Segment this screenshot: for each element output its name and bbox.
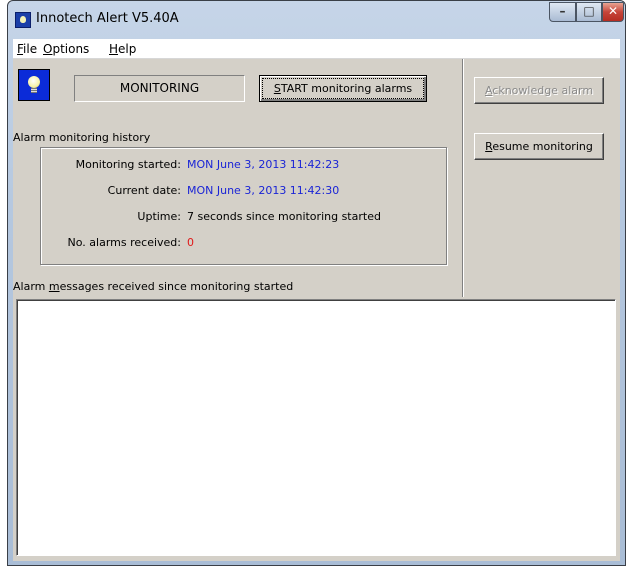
bulb-base (31, 88, 37, 93)
alarms-received-label: No. alarms received: (67, 236, 181, 249)
menu-help[interactable]: Help (109, 42, 136, 56)
start-label: TART monitoring alarms (280, 82, 413, 95)
menu-options-label: ptions (52, 42, 90, 56)
minimize-button[interactable]: – (549, 2, 576, 22)
menu-file[interactable]: File (17, 42, 37, 56)
uptime-value: 7 seconds since monitoring started (187, 210, 381, 223)
messages-label: Alarm messages received since monitoring… (13, 280, 293, 293)
uptime-label: Uptime: (137, 210, 181, 223)
history-group: Monitoring started: MON June 3, 2013 11:… (40, 147, 447, 265)
start-monitoring-button[interactable]: START monitoring alarms (259, 75, 427, 102)
alarms-received-value: 0 (187, 236, 194, 249)
start-mnemonic: S (273, 82, 281, 95)
current-date-value: MON June 3, 2013 11:42:30 (187, 184, 340, 197)
maximize-button[interactable]: □ (576, 2, 602, 22)
started-label: Monitoring started: (75, 158, 181, 171)
current-date-label: Current date: (107, 184, 181, 197)
close-button[interactable]: ✕ (602, 2, 624, 22)
vertical-divider (462, 59, 464, 297)
title-bar[interactable]: Innotech Alert V5.40A – □ ✕ (8, 1, 625, 35)
bulb-app-icon[interactable] (15, 12, 31, 28)
resume-label: esume monitoring (492, 140, 593, 153)
menu-help-label: elp (118, 42, 137, 56)
resume-monitoring-button[interactable]: Resume monitoring (474, 133, 604, 160)
history-group-label: Alarm monitoring history (13, 131, 151, 144)
bulb-glass (28, 76, 40, 88)
started-value: MON June 3, 2013 11:42:23 (187, 158, 340, 171)
app-window: Innotech Alert V5.40A – □ ✕ File Options… (7, 0, 626, 566)
messages-label-post: essages received since monitoring starte… (59, 280, 294, 293)
menu-options[interactable]: Options (43, 42, 89, 56)
menu-file-label: ile (23, 42, 38, 56)
lightbulb-icon (18, 69, 50, 101)
messages-label-pre: Alarm (13, 280, 49, 293)
monitoring-status: MONITORING (74, 75, 245, 102)
messages-label-mnemonic: m (48, 280, 60, 293)
acknowledge-label: cknowledge alarm (492, 84, 594, 97)
client-area: MONITORING START monitoring alarms Ackno… (13, 59, 620, 561)
menu-bar: File Options Help (13, 39, 620, 59)
window-title: Innotech Alert V5.40A (36, 11, 179, 26)
acknowledge-alarm-button[interactable]: Acknowledge alarm (474, 77, 604, 104)
alarm-messages-list[interactable] (16, 299, 616, 556)
menu-help-mnemonic: H (109, 42, 119, 56)
